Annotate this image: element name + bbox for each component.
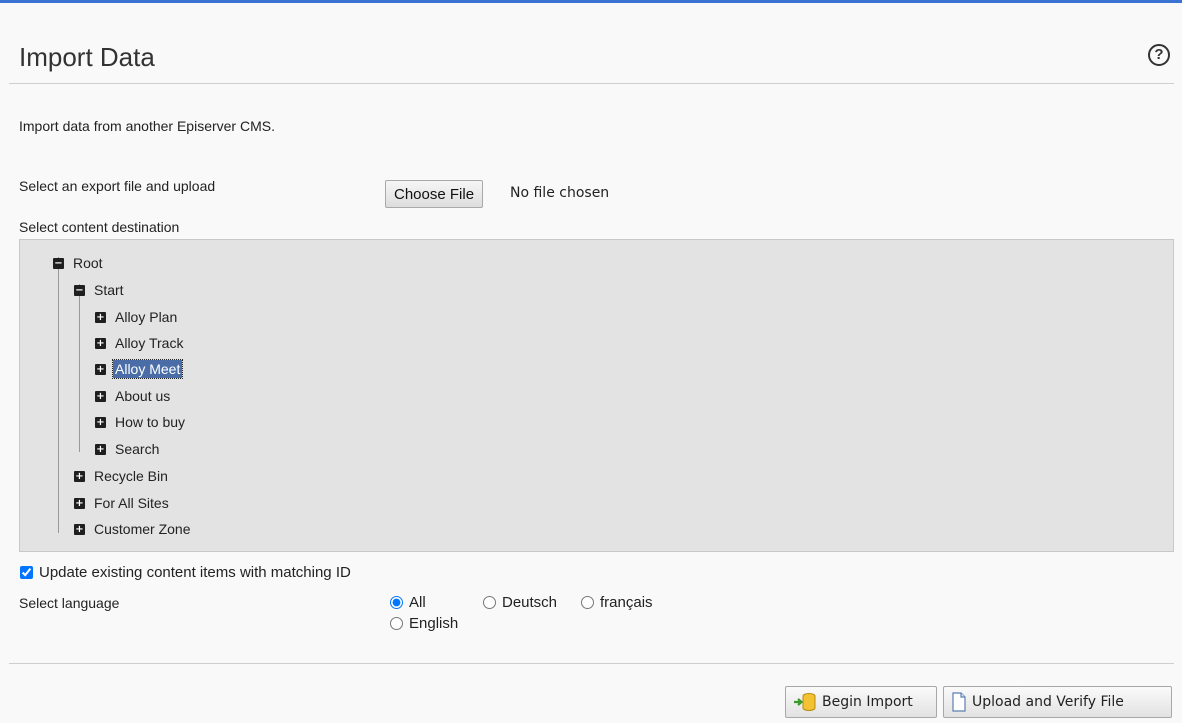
- tree-node-label[interactable]: Search: [113, 440, 161, 458]
- tree-node-label-selected[interactable]: Alloy Meet: [111, 359, 184, 379]
- tree-node-label[interactable]: About us: [113, 387, 172, 405]
- update-existing-checkbox[interactable]: [20, 566, 33, 579]
- expand-icon[interactable]: +: [95, 416, 106, 428]
- tree-node-search[interactable]: + Search: [95, 439, 161, 459]
- language-radio-deutsch[interactable]: [483, 596, 496, 609]
- update-existing-option[interactable]: Update existing content items with match…: [20, 564, 351, 581]
- expand-icon[interactable]: +: [95, 363, 106, 375]
- choose-file-button[interactable]: Choose File: [385, 180, 484, 208]
- tree-node-label[interactable]: How to buy: [113, 413, 187, 431]
- document-icon: [952, 692, 966, 712]
- tree-node-label[interactable]: For All Sites: [92, 494, 171, 512]
- upload-verify-button[interactable]: Upload and Verify File: [943, 686, 1172, 718]
- expand-icon[interactable]: +: [95, 390, 106, 402]
- tree-node-label[interactable]: Root: [71, 254, 105, 272]
- tree-node-alloy-track[interactable]: + Alloy Track: [95, 333, 185, 353]
- tree-node-alloy-meet[interactable]: + Alloy Meet: [95, 359, 184, 379]
- tree-node-how-to-buy[interactable]: + How to buy: [95, 412, 187, 432]
- expand-icon[interactable]: +: [95, 443, 106, 455]
- tree-node-for-all-sites[interactable]: + For All Sites: [74, 493, 171, 513]
- upload-verify-label: Upload and Verify File: [972, 694, 1124, 710]
- tree-connector: [79, 284, 80, 452]
- tree-node-label[interactable]: Start: [92, 281, 126, 299]
- database-import-icon: [794, 693, 816, 711]
- help-icon[interactable]: ?: [1148, 44, 1170, 66]
- language-radio-english[interactable]: [390, 617, 403, 630]
- tree-node-root[interactable]: − Root: [53, 253, 105, 273]
- tree-node-label[interactable]: Customer Zone: [92, 520, 192, 538]
- language-radio-all[interactable]: [390, 596, 403, 609]
- collapse-icon[interactable]: −: [74, 284, 85, 296]
- expand-icon[interactable]: +: [74, 497, 85, 509]
- language-option-label: français: [600, 594, 653, 611]
- tree-node-label[interactable]: Alloy Track: [113, 334, 185, 352]
- language-option-francais[interactable]: français: [581, 594, 653, 611]
- content-tree[interactable]: − Root − Start + Alloy Plan + Alloy Trac…: [19, 239, 1174, 552]
- language-label: Select language: [19, 595, 120, 611]
- language-option-label: All: [409, 594, 426, 611]
- upload-label: Select an export file and upload: [19, 178, 216, 194]
- destination-label: Select content destination: [19, 219, 180, 235]
- language-option-deutsch[interactable]: Deutsch: [483, 594, 557, 611]
- tree-node-alloy-plan[interactable]: + Alloy Plan: [95, 307, 179, 327]
- language-radio-francais[interactable]: [581, 596, 594, 609]
- tree-node-recycle-bin[interactable]: + Recycle Bin: [74, 466, 170, 486]
- language-option-label: Deutsch: [502, 594, 558, 611]
- title-divider: [9, 83, 1174, 84]
- language-option-label: English: [409, 615, 459, 632]
- expand-icon[interactable]: +: [74, 470, 85, 482]
- collapse-icon[interactable]: −: [53, 257, 64, 269]
- expand-icon[interactable]: +: [95, 311, 106, 323]
- update-existing-label: Update existing content items with match…: [39, 564, 351, 581]
- top-accent-bar: [0, 0, 1182, 3]
- tree-node-start[interactable]: − Start: [74, 280, 126, 300]
- intro-text: Import data from another Episerver CMS.: [19, 118, 275, 134]
- language-option-english[interactable]: English: [390, 615, 458, 632]
- expand-icon[interactable]: +: [74, 523, 85, 535]
- tree-node-customer-zone[interactable]: + Customer Zone: [74, 519, 192, 539]
- begin-import-button[interactable]: Begin Import: [785, 686, 937, 718]
- expand-icon[interactable]: +: [95, 337, 106, 349]
- tree-node-label[interactable]: Alloy Plan: [113, 308, 179, 326]
- language-option-all[interactable]: All: [390, 594, 426, 611]
- begin-import-label: Begin Import: [822, 694, 913, 710]
- page-title: Import Data: [19, 42, 155, 72]
- tree-node-label[interactable]: Recycle Bin: [92, 467, 170, 485]
- tree-node-about-us[interactable]: + About us: [95, 386, 172, 406]
- file-status: No file chosen: [510, 185, 610, 201]
- footer-divider: [9, 663, 1174, 664]
- tree-connector: [58, 257, 59, 533]
